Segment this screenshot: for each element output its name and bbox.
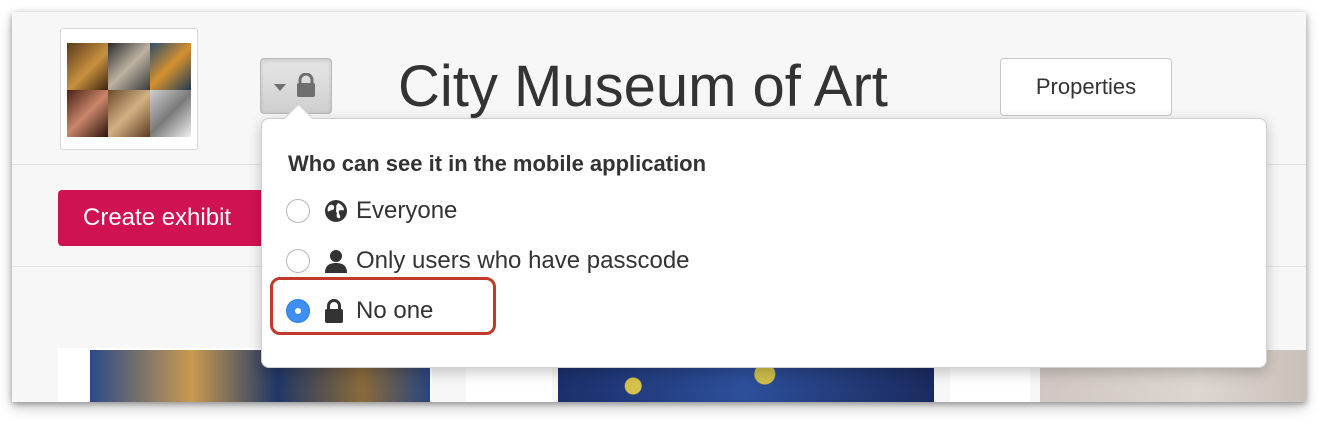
museum-logo xyxy=(60,28,198,150)
globe-icon xyxy=(324,199,350,223)
create-exhibit-button[interactable]: Create exhibit xyxy=(58,190,268,246)
visibility-option-passcode[interactable]: Only users who have passcode xyxy=(286,243,690,279)
radio-everyone[interactable] xyxy=(286,199,310,223)
selection-highlight xyxy=(270,277,496,335)
app-window: City Museum of Art Properties Create exh… xyxy=(12,12,1306,402)
visibility-popover: Who can see it in the mobile application… xyxy=(261,103,1267,368)
radio-passcode[interactable] xyxy=(286,249,310,273)
caret-down-icon xyxy=(274,84,286,91)
popover-heading: Who can see it in the mobile application xyxy=(288,151,707,176)
option-label: Only users who have passcode xyxy=(356,247,690,274)
visibility-option-everyone[interactable]: Everyone xyxy=(286,193,457,229)
lock-icon xyxy=(297,73,315,97)
user-icon xyxy=(324,249,350,273)
properties-button[interactable]: Properties xyxy=(1000,58,1172,116)
page-title: City Museum of Art xyxy=(398,54,888,119)
option-label: Everyone xyxy=(356,197,458,224)
